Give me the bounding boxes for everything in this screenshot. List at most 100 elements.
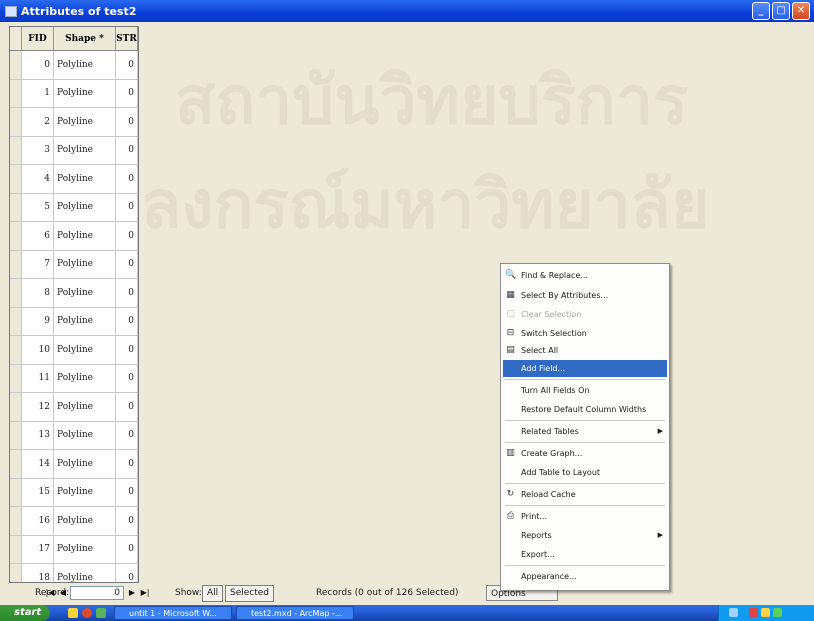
- row-selector[interactable]: [10, 393, 22, 421]
- cell-str[interactable]: 0: [116, 51, 138, 79]
- menu-item-add-table-to-layout[interactable]: Add Table to Layout: [503, 464, 667, 481]
- cell-shape[interactable]: Polyline: [54, 108, 116, 136]
- table-row[interactable]: 10 Polyline 0: [10, 336, 138, 365]
- cell-fid[interactable]: 12: [22, 393, 54, 421]
- cell-fid[interactable]: 7: [22, 250, 54, 278]
- cell-shape[interactable]: Polyline: [54, 507, 116, 535]
- record-number-input[interactable]: 0: [70, 586, 124, 600]
- menu-item-export[interactable]: Export...: [503, 546, 667, 563]
- menu-item-print[interactable]: ⎙ Print...: [503, 508, 667, 525]
- row-selector[interactable]: [10, 193, 22, 221]
- table-row[interactable]: 0 Polyline 0: [10, 51, 138, 80]
- menu-item-reload-cache[interactable]: ↻ Reload Cache: [503, 486, 667, 503]
- column-header-shape[interactable]: Shape *: [54, 27, 116, 50]
- row-selector[interactable]: [10, 165, 22, 193]
- cell-shape[interactable]: Polyline: [54, 222, 116, 250]
- cell-shape[interactable]: Polyline: [54, 136, 116, 164]
- menu-item-switch-selection[interactable]: ⊟ Switch Selection: [503, 325, 667, 342]
- tray-status-icon[interactable]: [773, 608, 782, 617]
- cell-fid[interactable]: 17: [22, 535, 54, 563]
- cell-str[interactable]: 0: [116, 79, 138, 107]
- next-record-button[interactable]: ▶: [126, 587, 138, 599]
- cell-shape[interactable]: Polyline: [54, 336, 116, 364]
- cell-fid[interactable]: 5: [22, 193, 54, 221]
- row-selector[interactable]: [10, 478, 22, 506]
- cell-str[interactable]: 0: [116, 165, 138, 193]
- cell-shape[interactable]: Polyline: [54, 421, 116, 449]
- cell-str[interactable]: 0: [116, 478, 138, 506]
- menu-item-select-all[interactable]: ▤ Select All: [503, 342, 667, 359]
- start-button[interactable]: start: [0, 605, 50, 621]
- cell-shape[interactable]: Polyline: [54, 307, 116, 335]
- row-selector[interactable]: [10, 108, 22, 136]
- table-row[interactable]: 4 Polyline 0: [10, 165, 138, 194]
- menu-item-reports[interactable]: Reports ▶: [503, 527, 667, 544]
- table-row[interactable]: 15 Polyline 0: [10, 478, 138, 507]
- cell-str[interactable]: 0: [116, 564, 138, 582]
- cell-fid[interactable]: 8: [22, 279, 54, 307]
- cell-str[interactable]: 0: [116, 250, 138, 278]
- row-selector[interactable]: [10, 535, 22, 563]
- table-row[interactable]: 3 Polyline 0: [10, 136, 138, 165]
- cell-fid[interactable]: 3: [22, 136, 54, 164]
- menu-item-related-tables[interactable]: Related Tables ▶: [503, 423, 667, 440]
- cell-shape[interactable]: Polyline: [54, 51, 116, 79]
- table-row[interactable]: 8 Polyline 0: [10, 279, 138, 308]
- row-selector[interactable]: [10, 364, 22, 392]
- menu-item-select-by-attributes[interactable]: ▦ Select By Attributes...: [503, 287, 667, 304]
- cell-str[interactable]: 0: [116, 393, 138, 421]
- row-selector[interactable]: [10, 222, 22, 250]
- table-row[interactable]: 14 Polyline 0: [10, 450, 138, 479]
- cell-fid[interactable]: 11: [22, 364, 54, 392]
- show-all-button[interactable]: All: [202, 585, 224, 602]
- cell-shape[interactable]: Polyline: [54, 79, 116, 107]
- menu-item-turn-all-fields-on[interactable]: Turn All Fields On: [503, 382, 667, 399]
- previous-record-button[interactable]: ◀: [57, 587, 69, 599]
- column-header-fid[interactable]: FID: [22, 27, 54, 50]
- cell-fid[interactable]: 16: [22, 507, 54, 535]
- cell-str[interactable]: 0: [116, 193, 138, 221]
- cell-str[interactable]: 0: [116, 450, 138, 478]
- row-selector[interactable]: [10, 507, 22, 535]
- cell-fid[interactable]: 2: [22, 108, 54, 136]
- minimize-button[interactable]: _: [752, 2, 770, 20]
- cell-shape[interactable]: Polyline: [54, 393, 116, 421]
- cell-fid[interactable]: 4: [22, 165, 54, 193]
- cell-shape[interactable]: Polyline: [54, 364, 116, 392]
- quicklaunch-desktop-icon[interactable]: [96, 608, 106, 618]
- quicklaunch-folder-icon[interactable]: [68, 608, 78, 618]
- cell-str[interactable]: 0: [116, 336, 138, 364]
- last-record-button[interactable]: ▶|: [139, 587, 151, 599]
- table-row[interactable]: 2 Polyline 0: [10, 108, 138, 137]
- cell-str[interactable]: 0: [116, 136, 138, 164]
- cell-fid[interactable]: 15: [22, 478, 54, 506]
- row-selector[interactable]: [10, 51, 22, 79]
- close-button[interactable]: ✕: [792, 2, 810, 20]
- tray-language-icon[interactable]: [729, 608, 738, 617]
- cell-fid[interactable]: 6: [22, 222, 54, 250]
- cell-fid[interactable]: 0: [22, 51, 54, 79]
- cell-str[interactable]: 0: [116, 108, 138, 136]
- taskbar-item-arcmap[interactable]: test2.mxd - ArcMap -...: [236, 606, 354, 620]
- menu-item-create-graph[interactable]: ▥ Create Graph...: [503, 445, 667, 462]
- row-selector-header[interactable]: [10, 27, 22, 50]
- table-row[interactable]: 5 Polyline 0: [10, 193, 138, 222]
- menu-item-restore-column-widths[interactable]: Restore Default Column Widths: [503, 401, 667, 418]
- row-selector[interactable]: [10, 79, 22, 107]
- table-row[interactable]: 17 Polyline 0: [10, 535, 138, 564]
- row-selector[interactable]: [10, 450, 22, 478]
- row-selector[interactable]: [10, 279, 22, 307]
- show-selected-button[interactable]: Selected: [225, 585, 275, 602]
- cell-str[interactable]: 0: [116, 279, 138, 307]
- cell-fid[interactable]: 10: [22, 336, 54, 364]
- cell-str[interactable]: 0: [116, 222, 138, 250]
- tray-network-icon[interactable]: [761, 608, 770, 617]
- cell-str[interactable]: 0: [116, 535, 138, 563]
- maximize-button[interactable]: □: [772, 2, 790, 20]
- cell-fid[interactable]: 9: [22, 307, 54, 335]
- table-row[interactable]: 13 Polyline 0: [10, 421, 138, 450]
- table-row[interactable]: 9 Polyline 0: [10, 307, 138, 336]
- table-row[interactable]: 12 Polyline 0: [10, 393, 138, 422]
- menu-item-add-field[interactable]: Add Field...: [503, 360, 667, 377]
- cell-shape[interactable]: Polyline: [54, 450, 116, 478]
